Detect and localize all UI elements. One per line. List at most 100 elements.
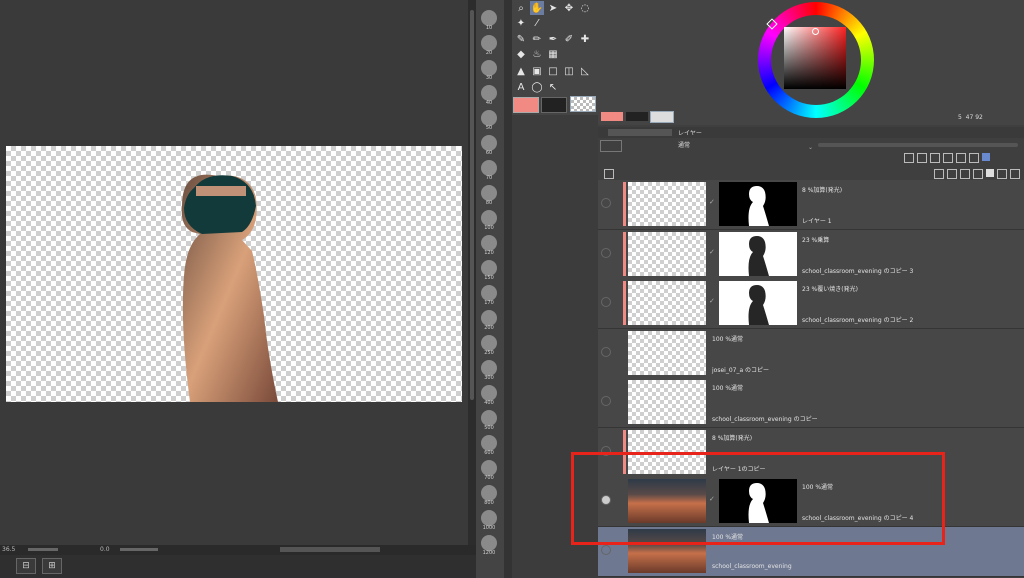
transparent-color-chip[interactable] <box>650 111 674 123</box>
main-color-chip[interactable] <box>601 112 623 121</box>
layer-mask-thumbnail[interactable] <box>719 232 797 276</box>
brush-size-preset[interactable] <box>481 360 497 376</box>
main-color-swatch[interactable] <box>513 97 539 113</box>
brush-tool-icon[interactable]: ✒ <box>546 32 560 46</box>
layer-color-button[interactable] <box>600 140 622 152</box>
layer-thumbnail[interactable] <box>628 380 706 424</box>
sub-color-swatch[interactable] <box>541 97 567 113</box>
mask-link-icon[interactable]: ✓ <box>709 297 715 305</box>
brush-size-preset[interactable] <box>481 510 497 526</box>
brush-size-preset[interactable] <box>481 235 497 251</box>
brush-size-preset[interactable] <box>481 285 497 301</box>
brush-size-preset[interactable] <box>481 535 497 551</box>
canvas-scroll-thumb[interactable] <box>470 10 474 400</box>
color-picker-marker[interactable] <box>812 28 819 35</box>
layer-thumbnail[interactable] <box>628 331 706 375</box>
canvas-fit-button[interactable]: ⊞ <box>42 558 62 574</box>
reference-icon[interactable] <box>917 153 927 163</box>
canvas-horizontal-scrollbar[interactable] <box>280 547 380 552</box>
magic-wand-icon[interactable]: ✦ <box>514 16 528 30</box>
ruler-tool-icon[interactable]: ◺ <box>578 64 592 78</box>
brush-size-preset[interactable] <box>481 85 497 101</box>
eye-icon[interactable] <box>601 248 611 258</box>
layer-name[interactable]: josei_07_a のコピー <box>712 365 769 374</box>
figure-tool-icon[interactable]: □ <box>546 64 560 78</box>
pen-tool-icon[interactable]: ✎ <box>514 32 528 46</box>
zoom-tool-icon[interactable]: ⌕ <box>514 1 528 15</box>
layer-name[interactable]: school_classroom_evening のコピー 3 <box>802 266 913 275</box>
brush-size-preset[interactable] <box>481 335 497 351</box>
gradient-tool-icon[interactable]: ▣ <box>530 64 544 78</box>
transparent-color-swatch[interactable] <box>570 96 596 112</box>
lock-icon[interactable] <box>930 153 940 163</box>
new-folder-icon[interactable] <box>960 169 970 179</box>
new-raster-layer-icon[interactable] <box>934 169 944 179</box>
blend-mode-select[interactable]: 通常 <box>678 140 690 149</box>
mask-enable-icon[interactable] <box>956 153 966 163</box>
clip-icon[interactable] <box>904 153 914 163</box>
fill-tool-icon[interactable]: ▲ <box>514 64 528 78</box>
saturation-value-square[interactable] <box>784 27 846 89</box>
pencil-tool-icon[interactable]: ✏ <box>530 32 544 46</box>
brush-size-preset[interactable] <box>481 10 497 26</box>
lasso-tool-icon[interactable]: ◌ <box>578 1 592 15</box>
layer-name[interactable]: school_classroom_evening のコピー 2 <box>802 315 913 324</box>
layer-color-icon[interactable] <box>982 153 990 161</box>
eye-icon[interactable] <box>601 297 611 307</box>
decoration-tool-icon[interactable]: ✚ <box>578 32 592 46</box>
eye-icon[interactable] <box>601 545 611 555</box>
eraser-tool-icon[interactable]: ◆ <box>514 47 528 61</box>
layer-thumbnail[interactable] <box>628 281 706 325</box>
brush-size-preset[interactable] <box>481 210 497 226</box>
rotate-slider[interactable] <box>120 548 158 551</box>
brush-size-preset[interactable] <box>481 310 497 326</box>
correct-line-tool-icon[interactable]: ↖ <box>546 80 560 94</box>
brush-size-preset[interactable] <box>481 35 497 51</box>
object-tool-icon[interactable]: ➤ <box>546 1 560 15</box>
brush-size-preset[interactable] <box>481 385 497 401</box>
frame-border-tool-icon[interactable]: ◫ <box>562 64 576 78</box>
ruler-range-icon[interactable] <box>969 153 979 163</box>
brush-size-preset[interactable] <box>481 185 497 201</box>
layer-thumbnail[interactable] <box>628 232 706 276</box>
zoom-slider[interactable] <box>28 548 58 551</box>
layer-mask-thumbnail[interactable] <box>719 281 797 325</box>
move-tool-icon[interactable]: ✥ <box>562 1 576 15</box>
layer-menu-icon[interactable] <box>604 169 614 179</box>
brush-size-preset[interactable] <box>481 410 497 426</box>
tab-hidden[interactable] <box>608 129 672 136</box>
tab-layer[interactable]: レイヤー <box>678 128 702 137</box>
mask-link-icon[interactable]: ✓ <box>709 198 715 206</box>
transfer-down-icon[interactable] <box>973 169 983 179</box>
eyedropper-icon[interactable]: ⁄ <box>530 16 544 30</box>
apply-mask-icon[interactable] <box>997 169 1007 179</box>
new-vector-layer-icon[interactable] <box>947 169 957 179</box>
create-mask-icon[interactable] <box>986 169 994 177</box>
brush-size-preset[interactable] <box>481 260 497 276</box>
layer-name[interactable]: school_classroom_evening <box>712 563 792 570</box>
sub-color-chip[interactable] <box>626 112 648 121</box>
delete-layer-icon[interactable] <box>1010 169 1020 179</box>
hand-tool-icon[interactable]: ✋ <box>530 1 544 15</box>
zoom-value[interactable]: 36.5 <box>2 546 15 553</box>
brush-size-preset[interactable] <box>481 60 497 76</box>
pattern-tool-icon[interactable]: ▦ <box>546 47 560 61</box>
brush-size-preset[interactable] <box>481 435 497 451</box>
brush-size-preset[interactable] <box>481 485 497 501</box>
canvas-view-button[interactable]: ⊟ <box>16 558 36 574</box>
canvas-document[interactable] <box>6 146 462 402</box>
brush-size-preset[interactable] <box>481 135 497 151</box>
angle-value[interactable]: 0.0 <box>100 546 110 553</box>
layer-name[interactable]: レイヤー 1 <box>802 216 832 225</box>
brush-size-preset[interactable] <box>481 460 497 476</box>
brush-size-preset[interactable] <box>481 110 497 126</box>
opacity-slider[interactable] <box>818 143 1018 147</box>
eye-icon[interactable] <box>601 347 611 357</box>
panel-divider[interactable] <box>504 0 512 578</box>
layer-name[interactable]: school_classroom_evening のコピー <box>712 414 818 423</box>
text-tool-icon[interactable]: A <box>514 80 528 94</box>
eye-icon[interactable] <box>601 198 611 208</box>
brush-size-preset[interactable] <box>481 160 497 176</box>
blend-tool-icon[interactable]: ♨ <box>530 47 544 61</box>
airbrush-tool-icon[interactable]: ✐ <box>562 32 576 46</box>
